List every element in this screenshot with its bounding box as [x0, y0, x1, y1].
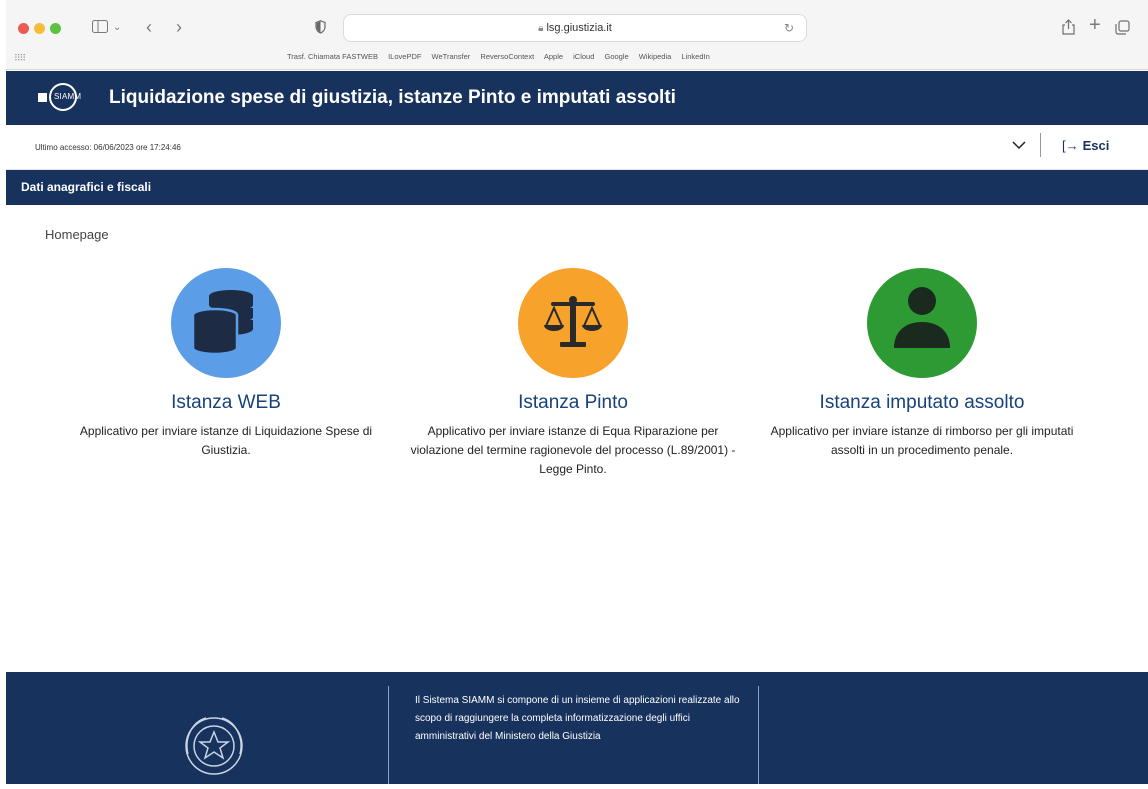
bookmark-item[interactable]: Apple	[544, 52, 563, 61]
privacy-shield-icon[interactable]	[315, 20, 326, 38]
bookmarks-bar: Trasf. Chiamata FASTWEB ILovePDF WeTrans…	[287, 52, 718, 61]
back-icon[interactable]: ‹	[146, 18, 152, 36]
zoom-window-button[interactable]	[50, 23, 61, 34]
coins-icon[interactable]	[171, 268, 281, 378]
footer: Il Sistema SIAMM si compone di un insiem…	[6, 672, 1148, 784]
reload-icon[interactable]: ↻	[784, 21, 794, 35]
bookmark-item[interactable]: Google	[605, 52, 629, 61]
bookmark-item[interactable]: Trasf. Chiamata FASTWEB	[287, 52, 378, 61]
bookmark-item[interactable]: ReversoContext	[480, 52, 534, 61]
card-istanza-web[interactable]: Istanza WEB Applicativo per inviare ista…	[61, 268, 391, 460]
minimize-window-button[interactable]	[34, 23, 45, 34]
main-nav: Dati anagrafici e fiscali	[6, 170, 1148, 205]
card-description: Applicativo per inviare istanze di rimbo…	[770, 424, 1074, 457]
card-description: Applicativo per inviare istanze di Equa …	[410, 424, 736, 476]
logout-button[interactable]: [→ Esci	[1062, 138, 1109, 153]
app-header: SIAMM Liquidazione spese di giustizia, i…	[6, 71, 1148, 125]
bookmark-item[interactable]: Wikipedia	[639, 52, 672, 61]
breadcrumb[interactable]: Homepage	[45, 227, 109, 242]
lock-icon: 🔒︎	[538, 23, 544, 34]
tab-overview-icon[interactable]	[1115, 20, 1130, 39]
browser-toolbar: ⌄ ‹ › 🔒︎ lsg.giustizia.it ↻ + ⠿⠿ Trasf. C…	[6, 0, 1148, 70]
url-text: lsg.giustizia.it	[546, 22, 612, 34]
card-istanza-pinto[interactable]: Istanza Pinto Applicativo per inviare is…	[408, 268, 738, 479]
divider	[1040, 133, 1041, 157]
close-window-button[interactable]	[18, 23, 29, 34]
nav-item-dati-anagrafici[interactable]: Dati anagrafici e fiscali	[21, 180, 151, 194]
chevron-down-icon[interactable]	[1012, 137, 1026, 154]
bookmark-item[interactable]: LinkedIn	[681, 52, 709, 61]
card-istanza-imputato-assolto[interactable]: Istanza imputato assolto Applicativo per…	[757, 268, 1087, 460]
card-title[interactable]: Istanza imputato assolto	[757, 392, 1087, 414]
footer-description: Il Sistema SIAMM si compone di un insiem…	[415, 695, 740, 742]
logout-label: Esci	[1082, 138, 1110, 153]
republic-emblem-icon	[176, 708, 252, 784]
divider	[758, 686, 759, 784]
card-title[interactable]: Istanza Pinto	[408, 392, 738, 414]
sidebar-icon[interactable]	[92, 20, 108, 37]
user-icon[interactable]	[867, 268, 977, 378]
app-title: Liquidazione spese di giustizia, istanze…	[109, 87, 676, 108]
forward-icon[interactable]: ›	[176, 18, 182, 36]
browser-window: ⌄ ‹ › 🔒︎ lsg.giustizia.it ↻ + ⠿⠿ Trasf. C…	[6, 0, 1148, 784]
bookmark-item[interactable]: WeTransfer	[432, 52, 471, 61]
logout-icon: [→	[1062, 138, 1079, 153]
address-bar[interactable]: 🔒︎ lsg.giustizia.it ↻	[343, 14, 807, 42]
card-title[interactable]: Istanza WEB	[61, 392, 391, 414]
card-description: Applicativo per inviare istanze di Liqui…	[79, 424, 373, 457]
siamm-logo[interactable]: SIAMM	[38, 83, 98, 113]
scales-icon[interactable]	[518, 268, 628, 378]
logo-text: SIAMM	[54, 92, 82, 101]
bookmark-item[interactable]: iCloud	[573, 52, 594, 61]
divider	[388, 686, 389, 784]
last-access-text: Ultimo accesso: 06/06/2023 ore 17:24:46	[35, 143, 181, 152]
user-info-bar: Ultimo accesso: 06/06/2023 ore 17:24:46 …	[6, 125, 1148, 170]
apps-grid-icon[interactable]: ⠿⠿	[14, 53, 26, 64]
chevron-down-icon[interactable]: ⌄	[113, 20, 121, 36]
bookmark-item[interactable]: ILovePDF	[388, 52, 421, 61]
share-icon[interactable]	[1062, 19, 1075, 39]
new-tab-icon[interactable]: +	[1089, 15, 1101, 35]
